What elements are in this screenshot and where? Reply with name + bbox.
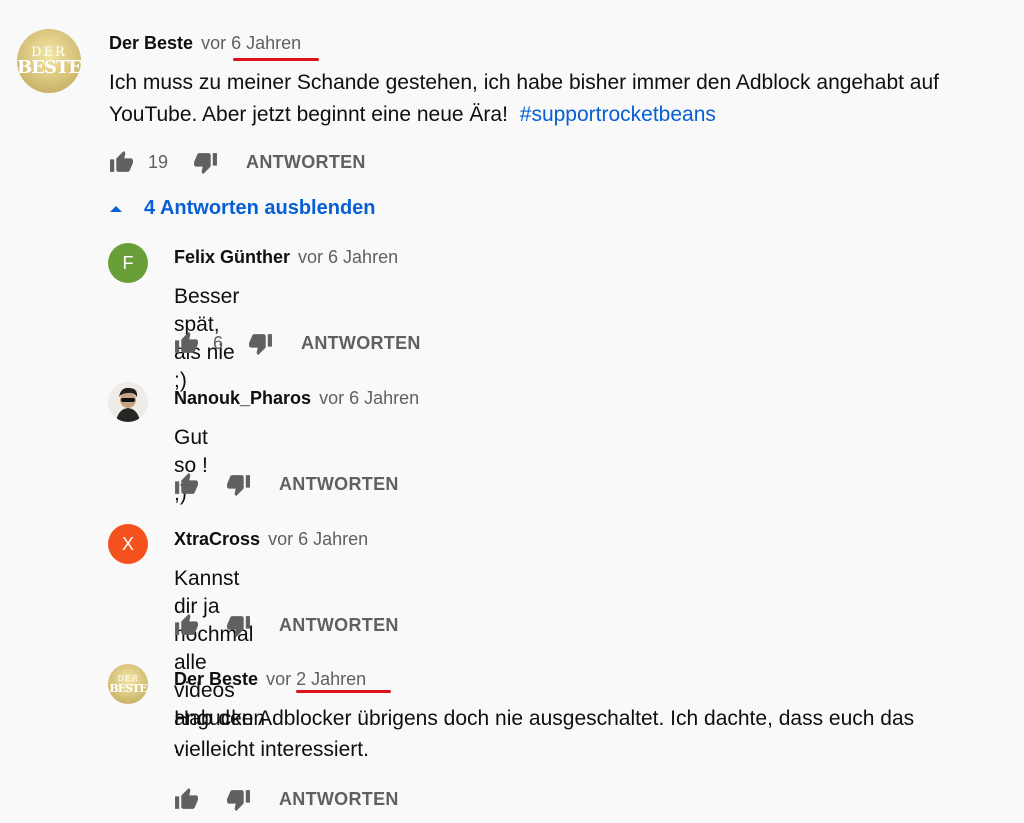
comment-text: Ich muss zu meiner Schande gestehen, ich… (109, 67, 1019, 130)
user-photo-icon (108, 382, 148, 422)
comment-text: Hab den Adblocker übrigens doch nie ausg… (174, 703, 1014, 765)
reply-button[interactable]: ANTWORTEN (279, 615, 399, 636)
thumb-down-icon[interactable] (193, 150, 218, 175)
thumb-up-icon[interactable] (174, 331, 199, 356)
avatar[interactable]: X (108, 524, 148, 564)
comment-header: Der Beste vor 2 Jahren (174, 669, 366, 690)
avatar-letter: F (122, 252, 134, 273)
avatar-letter: X (121, 533, 134, 554)
caret-up-icon (110, 205, 122, 212)
comment-actions: ANTWORTEN (174, 613, 399, 638)
avatar[interactable]: DER BESTE (108, 664, 148, 704)
hide-replies-toggle[interactable]: 4 Antworten ausblenden (109, 197, 376, 220)
thumb-up-icon[interactable] (174, 472, 199, 497)
reply-button[interactable]: ANTWORTEN (246, 152, 366, 173)
like-count: 19 (148, 152, 169, 172)
avatar[interactable]: F (108, 243, 148, 283)
hide-replies-label: 4 Antworten ausblenden (144, 197, 376, 219)
avatar-logo-bottom: BESTE (109, 681, 147, 695)
comment-actions: 6 ANTWORTEN (174, 331, 421, 356)
comment-actions: ANTWORTEN (174, 472, 399, 497)
reply-button[interactable]: ANTWORTEN (301, 333, 421, 354)
reply-button[interactable]: ANTWORTEN (279, 789, 399, 810)
comment-text-line: Hab den Adblocker übrigens doch nie ausg… (174, 707, 915, 730)
author-name[interactable]: Der Beste (174, 669, 258, 689)
like-count: 6 (213, 333, 224, 353)
timestamp[interactable]: vor 6 Jahren (268, 529, 368, 549)
timestamp[interactable]: vor 6 Jahren (298, 247, 398, 267)
red-underline (233, 58, 319, 61)
comment-header: Felix Günther vor 6 Jahren (174, 247, 398, 268)
thumb-down-icon[interactable] (226, 613, 251, 638)
author-name[interactable]: Der Beste (109, 33, 193, 53)
thumb-down-icon[interactable] (226, 472, 251, 497)
author-name[interactable]: XtraCross (174, 529, 260, 549)
author-name[interactable]: Nanouk_Pharos (174, 388, 311, 408)
thumb-down-icon[interactable] (226, 787, 251, 812)
thumb-up-icon[interactable] (174, 613, 199, 638)
avatar-logo-bottom: BESTE (17, 56, 81, 78)
thumb-down-icon[interactable] (248, 331, 273, 356)
comment-header: Der Beste vor 6 Jahren (109, 33, 301, 54)
comment-text-line: vielleicht interessiert. (174, 738, 369, 761)
comment-actions: 19 ANTWORTEN (109, 150, 366, 175)
comment-header: XtraCross vor 6 Jahren (174, 529, 368, 550)
timestamp[interactable]: vor 2 Jahren (266, 669, 366, 689)
author-name[interactable]: Felix Günther (174, 247, 290, 267)
avatar[interactable]: DER BESTE (17, 29, 81, 93)
avatar[interactable] (108, 382, 148, 422)
red-underline (296, 690, 391, 693)
comment-header: Nanouk_Pharos vor 6 Jahren (174, 388, 419, 409)
thumb-up-icon[interactable] (109, 150, 134, 175)
comment-actions: ANTWORTEN (174, 787, 399, 812)
reply-button[interactable]: ANTWORTEN (279, 474, 399, 495)
timestamp[interactable]: vor 6 Jahren (201, 33, 301, 53)
thumb-up-icon[interactable] (174, 787, 199, 812)
hashtag-link[interactable]: #supportrocketbeans (520, 103, 716, 126)
timestamp[interactable]: vor 6 Jahren (319, 388, 419, 408)
